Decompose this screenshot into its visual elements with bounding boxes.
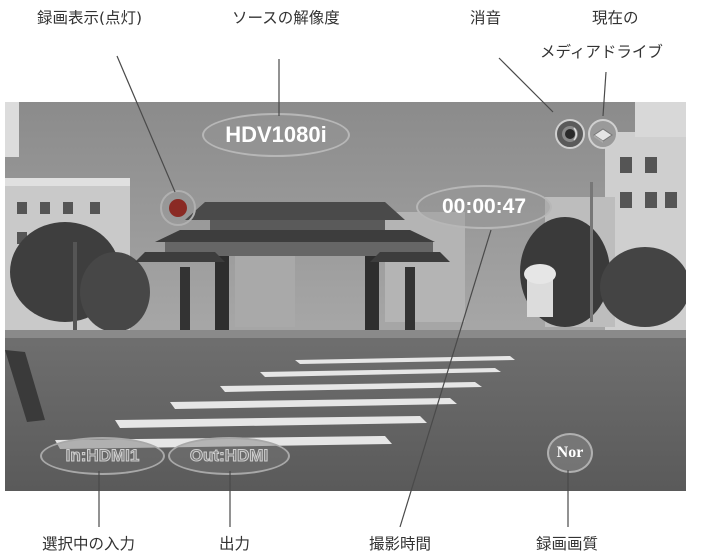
callout-recording-time: 撮影時間	[369, 535, 432, 553]
callout-source-resolution: ソースの解像度	[232, 9, 340, 27]
callout-mute: 消音	[470, 9, 502, 27]
media-drive-icon	[588, 119, 618, 149]
speaker-mute-icon	[555, 119, 585, 149]
output-display: Out:HDMI	[168, 437, 290, 475]
video-preview-screen: HDV1080i 00:00:47 In:HDMI1 Out:HDMI Nor	[5, 102, 686, 491]
resolution-text: HDV1080i	[225, 122, 327, 147]
input-text: In:HDMI1	[65, 446, 140, 466]
quality-text: Nor	[556, 444, 584, 461]
recording-dot-icon	[169, 199, 187, 217]
callout-selected-input: 選択中の入力	[42, 535, 136, 553]
callout-recording-quality: 録画画質	[536, 535, 599, 553]
callout-recording-indicator: 録画表示(点灯)	[37, 9, 143, 27]
callout-output: 出力	[219, 535, 251, 553]
callout-media-line1: 現在の	[592, 9, 639, 27]
recording-quality-display: Nor	[547, 433, 593, 473]
recording-indicator	[160, 190, 196, 226]
callout-media-line2: メディアドライブ	[540, 43, 663, 61]
output-text: Out:HDMI	[189, 446, 269, 466]
source-resolution-display: HDV1080i	[202, 113, 350, 157]
selected-input-display: In:HDMI1	[40, 437, 165, 475]
recording-timer: 00:00:47	[416, 185, 552, 229]
timer-text: 00:00:47	[441, 195, 527, 218]
street-scene-photo	[5, 102, 686, 491]
